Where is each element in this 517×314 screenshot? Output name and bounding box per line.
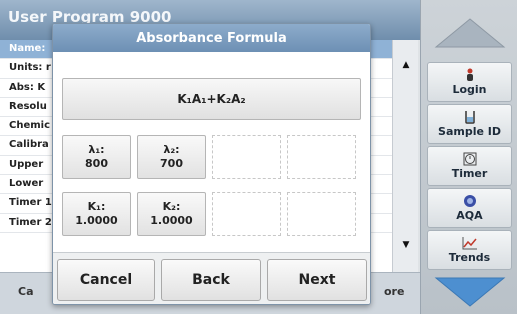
sample-id-label: Sample ID: [438, 125, 501, 138]
trend-chart-icon: [462, 235, 478, 250]
next-button[interactable]: Next: [267, 259, 367, 301]
beaker-icon: [464, 109, 476, 124]
down-arrow-icon: [434, 277, 505, 307]
empty-slot: [287, 192, 356, 236]
background-footer-left-label: Ca: [18, 285, 34, 298]
lambda2-label: λ₂:: [163, 143, 180, 156]
empty-slot: [287, 135, 356, 179]
cancel-button[interactable]: Cancel: [57, 259, 155, 301]
dialog-title: Absorbance Formula: [53, 24, 370, 52]
scroll-down-icon[interactable]: ▼: [395, 234, 417, 256]
login-label: Login: [452, 83, 487, 96]
lambda1-label: λ₁:: [88, 143, 105, 156]
absorbance-formula-dialog: Absorbance Formula K₁A₁+K₂A₂ λ₁: 800 λ₂:…: [52, 23, 371, 305]
background-footer-right-label: ore: [384, 285, 405, 298]
scroll-up-arrow-button[interactable]: [427, 10, 512, 54]
lambda1-button[interactable]: λ₁: 800: [62, 135, 131, 179]
k2-value: 1.0000: [150, 214, 193, 227]
lambda1-value: 800: [85, 157, 108, 170]
up-arrow-icon: [434, 18, 505, 48]
aqa-label: AQA: [456, 209, 483, 222]
empty-slot: [212, 135, 281, 179]
timer-label: Timer: [451, 167, 488, 180]
k1-value: 1.0000: [75, 214, 118, 227]
lambda2-button[interactable]: λ₂: 700: [137, 135, 206, 179]
aqa-button[interactable]: AQA: [427, 188, 512, 228]
k2-label: K₂:: [162, 200, 181, 213]
login-button[interactable]: Login: [427, 62, 512, 102]
formula-button[interactable]: K₁A₁+K₂A₂: [62, 78, 361, 120]
sidebar: Login Sample ID Timer AQA Trends: [420, 0, 517, 314]
k2-button[interactable]: K₂: 1.0000: [137, 192, 206, 236]
sample-id-button[interactable]: Sample ID: [427, 104, 512, 144]
back-button[interactable]: Back: [161, 259, 261, 301]
list-scrollbar[interactable]: ▲ ▼: [392, 40, 418, 272]
trends-label: Trends: [448, 251, 491, 264]
k1-button[interactable]: K₁: 1.0000: [62, 192, 131, 236]
dialog-footer: Cancel Back Next: [53, 252, 370, 304]
lambda2-value: 700: [160, 157, 183, 170]
clock-icon: [463, 151, 477, 166]
scroll-down-arrow-button[interactable]: [427, 270, 512, 314]
trends-button[interactable]: Trends: [427, 230, 512, 270]
person-icon: [465, 67, 475, 82]
scroll-up-icon[interactable]: ▲: [395, 54, 417, 76]
aqa-icon: [463, 193, 477, 208]
empty-slot: [212, 192, 281, 236]
k1-label: K₁:: [87, 200, 106, 213]
timer-button[interactable]: Timer: [427, 146, 512, 186]
